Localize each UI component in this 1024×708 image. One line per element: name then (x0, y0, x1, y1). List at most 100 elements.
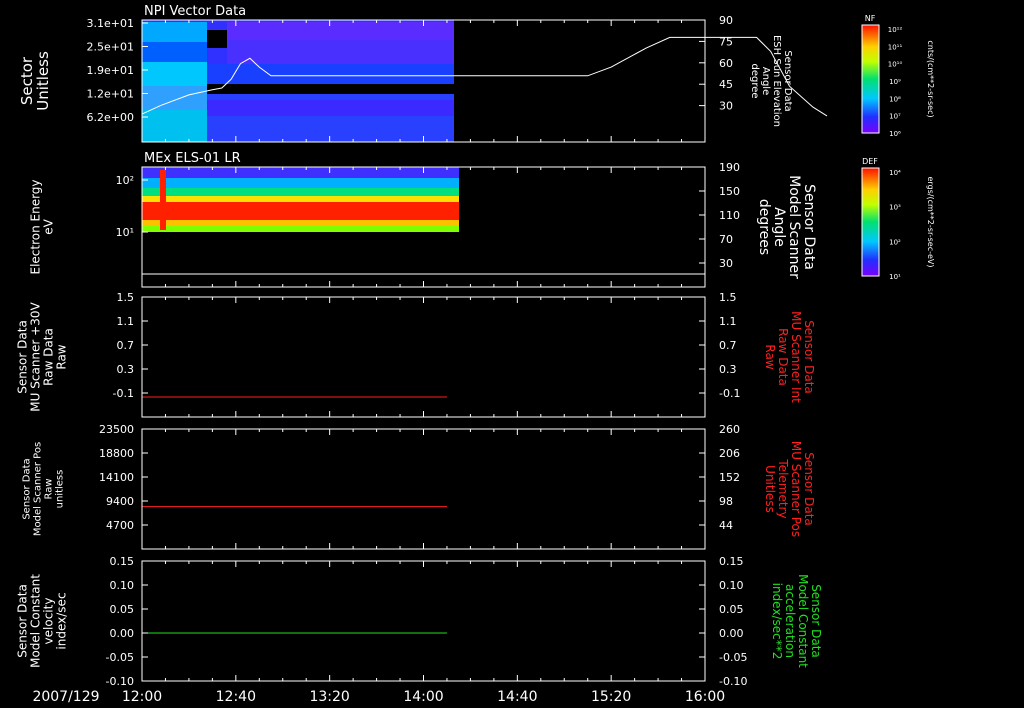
colorbar-tick-label: 10¹⁰ (888, 61, 903, 69)
left-tick-label: 1.1 (117, 315, 135, 328)
panel-title: NPI Vector Data (144, 4, 246, 19)
left-axis-label: Raw Data (42, 328, 56, 386)
right-tick-label: 206 (719, 447, 740, 460)
left-axis-label: Model Scanner Pos (33, 442, 44, 536)
colorbar-tick-label: 10⁷ (889, 113, 901, 121)
els-spectrogram (142, 167, 459, 232)
npi-band-3 (142, 62, 207, 86)
left-tick-label: 23500 (99, 423, 134, 436)
left-tick-label: 1.5 (117, 291, 135, 304)
right-axis-label: acceleration (783, 584, 797, 658)
npi-band-6 (227, 22, 454, 40)
right-axis-label: Sensor Data (809, 584, 823, 658)
colorbar-def: DEF (861, 157, 880, 277)
x-tick-label: 14:00 (403, 689, 443, 705)
npi-gap-mid (207, 84, 454, 94)
left-tick-label: 10¹ (116, 226, 134, 239)
x-tick-label: 12:00 (122, 689, 162, 705)
left-tick-label: -0.1 (113, 387, 134, 400)
npi-band-4 (142, 86, 207, 110)
right-tick-label: 260 (719, 423, 740, 436)
colorbar-tick-label: 10⁶ (889, 130, 901, 138)
npi-band-1 (142, 22, 207, 42)
left-tick-label: 0.05 (110, 603, 135, 616)
els-spike (160, 170, 166, 230)
left-tick-label: 0.00 (110, 627, 135, 640)
els-band-2 (142, 178, 459, 188)
right-tick-label: -0.05 (719, 651, 747, 664)
right-tick-label: 30 (719, 257, 733, 270)
right-axis-label: Raw Data (776, 328, 790, 386)
left-axis-label: Unitless (34, 51, 52, 111)
npi-band-8 (207, 64, 454, 84)
right-tick-label: 152 (719, 471, 740, 484)
left-tick-label: -0.05 (106, 651, 134, 664)
colorbar-tick-label: 10⁸ (889, 95, 901, 103)
npi-band-10 (207, 100, 454, 116)
left-tick-label: 6.2e+00 (87, 111, 134, 124)
colorbar-tick-label: 10² (889, 238, 901, 246)
left-axis-label: unitless (55, 470, 66, 509)
left-axis-label: Electron Energy (29, 179, 43, 274)
colorbar-units: cnts/(cm**2-sr-sec) (926, 40, 935, 117)
left-tick-label: 0.3 (117, 363, 135, 376)
x-tick-label: 16:00 (685, 689, 725, 705)
right-tick-label: 0.10 (719, 579, 744, 592)
right-tick-label: 0.15 (719, 555, 744, 568)
right-axis-label: ESH Sun Elevation (771, 35, 782, 127)
x-tick-label: 15:20 (591, 689, 631, 705)
right-axis-label: Sensor Data (801, 184, 817, 270)
right-axis-label: degrees (756, 199, 772, 255)
left-tick-label: 1.2e+01 (87, 88, 134, 101)
panel-frame-5 (141, 560, 706, 682)
right-axis-label: Sensor Data (802, 320, 816, 394)
right-tick-label: -0.1 (719, 387, 740, 400)
npi-band-7 (227, 40, 454, 64)
els-band-3 (142, 188, 459, 196)
right-tick-label: 98 (719, 495, 733, 508)
right-tick-label: 1.1 (719, 315, 737, 328)
left-tick-label: 4700 (106, 519, 134, 532)
colorbar-tick-label: 10³ (889, 204, 901, 212)
left-axis-label: Raw (44, 478, 55, 499)
plot-canvas: 3.1e+01 2.5e+01 1.9e+01 1.2e+01 6.2e+00 90 75 6… (16, 4, 936, 705)
npi-band-2 (142, 42, 207, 62)
date-label: 2007/129 (32, 689, 99, 705)
left-axis-label: eV (42, 218, 56, 234)
colorbar-nf-scale (861, 24, 880, 134)
left-tick-label: 1.9e+01 (87, 64, 134, 77)
left-tick-label: -0.10 (106, 675, 134, 688)
right-tick-label: 90 (719, 14, 733, 27)
left-tick-label: 14100 (99, 471, 134, 484)
right-axis-label: Model Scanner (786, 175, 802, 279)
left-tick-label: 3.1e+01 (87, 17, 134, 30)
left-axis-label: Sensor Data (16, 584, 30, 658)
colorbar-tick-label: 10¹¹ (888, 43, 903, 51)
left-tick-label: 18800 (99, 447, 134, 460)
left-axis-label: MU Scanner +30V (29, 302, 43, 412)
right-tick-label: 30 (719, 100, 733, 113)
colorbar-nf: NF (861, 14, 880, 134)
right-tick-label: 0.00 (719, 627, 744, 640)
els-band-6 (142, 220, 459, 226)
npi-gap-top (207, 30, 227, 48)
right-tick-label: -0.10 (719, 675, 747, 688)
colorbar-tick-label: 10¹² (888, 26, 903, 34)
right-axis-label: Telemetry (776, 458, 790, 518)
right-tick-label: 60 (719, 57, 733, 70)
right-axis-label: Model Constant (796, 574, 810, 668)
x-tick-label: 12:40 (216, 689, 256, 705)
panel-title: MEx ELS-01 LR (144, 151, 241, 166)
right-tick-label: 110 (719, 209, 740, 222)
left-axis-label: Sensor Data (16, 320, 30, 394)
colorbar-def-title: DEF (862, 157, 878, 166)
right-tick-label: 0.7 (719, 339, 737, 352)
right-tick-label: 70 (719, 233, 733, 246)
left-tick-label: 0.10 (110, 579, 135, 592)
left-axis-label: Model Constant (29, 574, 43, 668)
left-axis-label: index/sec (55, 592, 69, 649)
left-tick-label: 9400 (106, 495, 134, 508)
left-axis-label: velocity (42, 598, 56, 645)
left-tick-label: 10² (116, 174, 134, 187)
npi-band-5 (142, 110, 207, 142)
